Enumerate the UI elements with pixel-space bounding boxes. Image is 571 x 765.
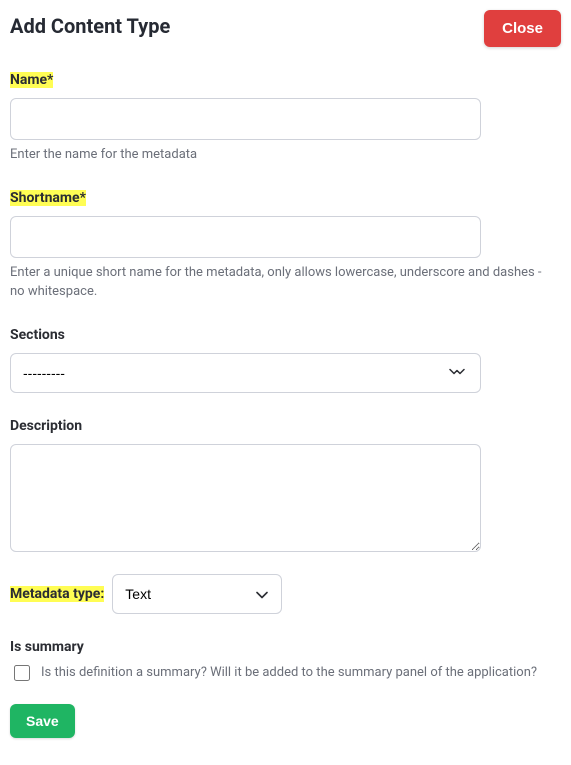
name-input[interactable]: [10, 98, 481, 140]
shortname-field: Shortname* Enter a unique short name for…: [10, 187, 561, 302]
is-summary-field: Is summary Is this definition a summary?…: [10, 636, 561, 684]
page-title: Add Content Type: [10, 14, 170, 38]
description-field: Description: [10, 415, 561, 552]
is-summary-label: Is summary: [10, 639, 84, 655]
name-label: Name*: [10, 72, 53, 88]
name-field: Name* Enter the name for the metadata: [10, 69, 561, 165]
shortname-input[interactable]: [10, 216, 481, 258]
is-summary-help: Is this definition a summary? Will it be…: [41, 663, 537, 683]
shortname-help: Enter a unique short name for the metada…: [10, 264, 550, 302]
metadata-type-field: Metadata type: Text: [10, 574, 561, 614]
sections-label: Sections: [10, 327, 65, 343]
save-button[interactable]: Save: [10, 704, 75, 738]
sections-select[interactable]: ---------: [10, 353, 481, 393]
close-button[interactable]: Close: [484, 10, 561, 47]
name-help: Enter the name for the metadata: [10, 146, 550, 165]
description-textarea[interactable]: [10, 444, 481, 552]
sections-field: Sections ---------: [10, 324, 561, 393]
shortname-label: Shortname*: [10, 190, 86, 206]
metadata-type-select[interactable]: Text: [112, 574, 282, 614]
metadata-type-label: Metadata type:: [10, 586, 104, 602]
is-summary-checkbox[interactable]: [14, 665, 30, 681]
description-label: Description: [10, 418, 82, 434]
